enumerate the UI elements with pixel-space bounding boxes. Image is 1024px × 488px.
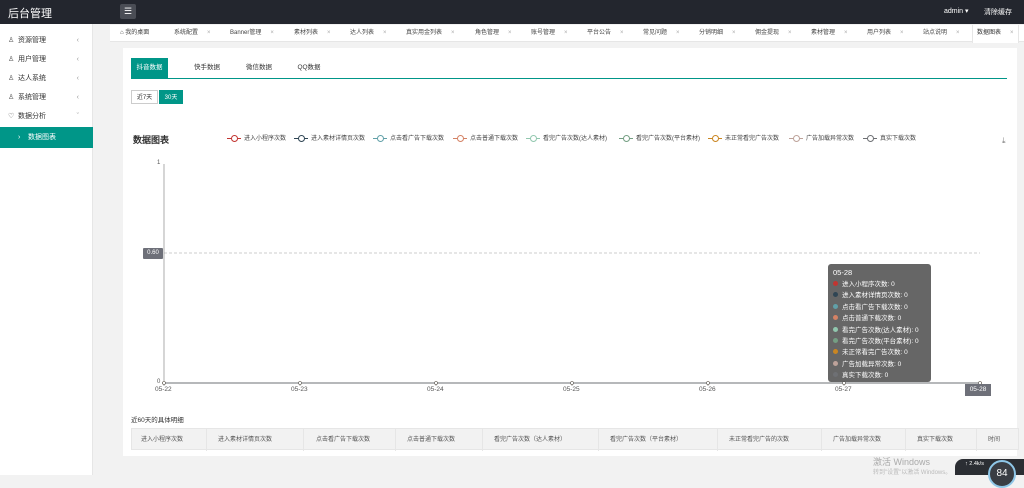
series-dot-icon — [833, 372, 838, 378]
tooltip-row: 未正常看完广告次数: 0 — [833, 347, 926, 358]
data-point[interactable] — [298, 381, 302, 385]
chart-tooltip: 05-28 进入小程序次数: 0 进入素材详情页次数: 0 点击看广告下载次数:… — [828, 264, 931, 382]
tooltip-row: 看完广告次数(达人素材): 0 — [833, 325, 926, 336]
tooltip-row: 点击看广告下载次数: 0 — [833, 302, 926, 313]
data-point[interactable] — [434, 381, 438, 385]
column-divider — [598, 429, 599, 451]
data-point[interactable] — [162, 381, 166, 385]
tooltip-label: 进入小程序次数: 0 — [842, 281, 895, 288]
chart-plot — [162, 164, 982, 386]
column-divider — [717, 429, 718, 451]
table-header-cell: 点击普通下载次数 — [407, 437, 456, 443]
summary-table-header: 进入小程序次数 进入素材详情页次数 点击看广告下载次数 点击普通下载次数 看完广… — [131, 428, 1019, 451]
y-tick-label: 0 — [157, 379, 161, 385]
tooltip-row: 点击普通下载次数: 0 — [833, 313, 926, 324]
table-header-cell: 进入素材详情页次数 — [218, 437, 273, 443]
table-header-cell: 看完广告次数（平台素材） — [610, 437, 683, 443]
series-dot-icon — [833, 281, 838, 286]
table-header-cell: 真实下载次数 — [917, 437, 954, 443]
series-dot-icon — [833, 337, 838, 343]
column-divider — [976, 429, 977, 451]
column-divider — [821, 429, 822, 451]
column-divider — [482, 429, 483, 451]
y-cursor-badge: 0.60 — [143, 248, 163, 259]
x-tick-label: 05-26 — [699, 386, 716, 393]
x-tick-label: 05-24 — [427, 386, 444, 393]
x-tick-label: 05-22 — [155, 386, 172, 393]
tooltip-label: 看完广告次数(平台素材): 0 — [842, 337, 919, 345]
tooltip-label: 点击普通下载次数: 0 — [842, 315, 902, 323]
tooltip-label: 未正常看完广告次数: 0 — [842, 349, 908, 357]
tooltip-row: 真实下载次数: 0 — [833, 370, 926, 381]
x-tick-label: 05-25 — [563, 386, 580, 393]
x-tick-label: 05-23 — [291, 386, 308, 393]
column-divider — [905, 429, 906, 451]
tooltip-label: 真实下载次数: 0 — [842, 372, 889, 380]
series-dot-icon — [833, 292, 838, 298]
tooltip-label: 点击看广告下载次数: 0 — [842, 303, 908, 311]
tooltip-label: 进入素材详情页次数: 0 — [842, 292, 908, 300]
column-divider — [303, 429, 304, 451]
network-speed: ↑ 2.4k/s — [965, 461, 984, 467]
table-header-cell: 广告加载异常次数 — [833, 437, 882, 443]
y-tick-label: 1 — [157, 160, 161, 166]
tooltip-label: 看完广告次数(达人素材): 0 — [842, 326, 919, 334]
tooltip-date: 05-28 — [833, 268, 853, 277]
table-header-cell: 进入小程序次数 — [141, 437, 184, 443]
x-tick-label: 05-27 — [835, 386, 852, 393]
x-cursor-badge: 05-28 — [965, 384, 991, 396]
tooltip-row: 进入素材详情页次数: 0 — [833, 290, 926, 301]
table-header-cell: 看完广告次数（达人素材） — [494, 437, 567, 443]
column-divider — [395, 429, 396, 451]
summary-title: 近60天的具体明细 — [131, 417, 184, 424]
data-point[interactable] — [706, 381, 710, 385]
series-dot-icon — [833, 349, 838, 355]
performance-gauge: 84 — [988, 460, 1016, 488]
data-point[interactable] — [570, 381, 574, 385]
column-divider — [206, 429, 207, 451]
table-header-cell: 时间 — [988, 437, 1001, 443]
series-dot-icon — [833, 360, 838, 366]
tooltip-row: 进入小程序次数: 0 — [833, 279, 926, 290]
table-header-cell: 点击看广告下载次数 — [316, 437, 371, 443]
series-dot-icon — [833, 303, 838, 309]
series-dot-icon — [833, 326, 838, 332]
table-header-cell: 未正常看完广告的次数 — [729, 437, 790, 443]
tooltip-row: 看完广告次数(平台素材): 0 — [833, 336, 926, 347]
tooltip-row: 广告加载异常次数: 0 — [833, 359, 926, 370]
tooltip-label: 广告加载异常次数: 0 — [842, 360, 902, 368]
series-dot-icon — [833, 315, 838, 321]
